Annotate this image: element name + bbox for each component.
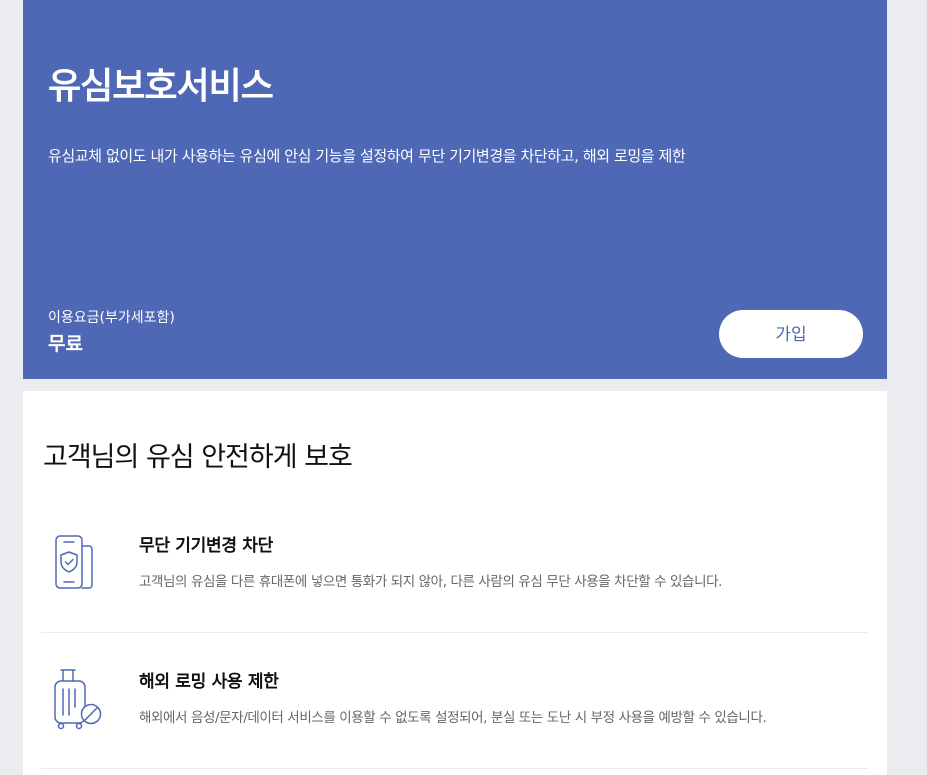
service-hero-banner: 유심보호서비스 유심교체 없이도 내가 사용하는 유심에 안심 기능을 설정하여…: [23, 0, 887, 379]
join-button[interactable]: 가입: [719, 310, 863, 358]
page: 유심보호서비스 유심교체 없이도 내가 사용하는 유심에 안심 기능을 설정하여…: [0, 0, 927, 775]
feature-item: 해외 로밍 사용 제한 해외에서 음성/문자/데이터 서비스를 이용할 수 없도…: [41, 633, 868, 769]
section-title: 고객님의 유심 안전하게 보호: [43, 442, 353, 473]
page-margin: [887, 0, 927, 775]
feature-section: 고객님의 유심 안전하게 보호 무단 기기변경 차단 고객님의 유심을 다른 휴…: [23, 391, 887, 775]
feature-description: 고객님의 유심을 다른 휴대폰에 넣으면 통화가 되지 않아, 다른 사람의 유…: [139, 574, 723, 590]
feature-description: 해외에서 음성/문자/데이터 서비스를 이용할 수 없도록 설정되어, 분실 또…: [139, 710, 767, 726]
luggage-blocked-icon: [51, 667, 107, 733]
feature-title: 무단 기기변경 차단: [139, 536, 273, 556]
phone-shield-icon: [51, 533, 107, 599]
service-title: 유심보호서비스: [48, 66, 274, 107]
feature-title: 해외 로밍 사용 제한: [139, 672, 279, 692]
fee-label: 이용요금(부가세포함): [48, 310, 175, 326]
feature-item: 무단 기기변경 차단 고객님의 유심을 다른 휴대폰에 넣으면 통화가 되지 않…: [41, 497, 868, 633]
fee-value: 무료: [48, 333, 83, 355]
service-description: 유심교체 없이도 내가 사용하는 유심에 안심 기능을 설정하여 무단 기기변경…: [48, 147, 686, 165]
